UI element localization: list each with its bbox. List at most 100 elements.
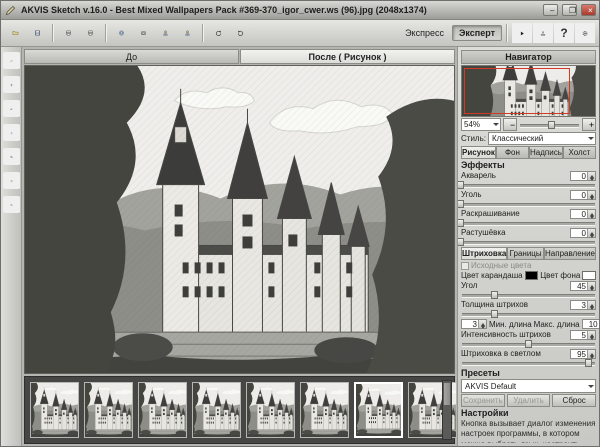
printer-preview-icon xyxy=(87,25,94,41)
preset-thumbnail[interactable] xyxy=(300,382,349,438)
light-hatching-spinbox[interactable]: 95 xyxy=(570,349,596,359)
chevron-down-icon xyxy=(588,137,594,143)
thickness-slider[interactable] xyxy=(461,310,596,318)
publish-button[interactable] xyxy=(111,23,132,44)
preset-value: AKVIS Default xyxy=(465,382,516,391)
preferences-button[interactable] xyxy=(575,23,595,43)
charcoal-slider[interactable] xyxy=(461,200,596,208)
akvis-sketch-window: AKVIS Sketch v.16.0 - Best Mixed Wallpap… xyxy=(0,0,600,447)
tab-after[interactable]: После ( Рисунок ) xyxy=(240,49,455,64)
tab-hatching[interactable]: Штриховка xyxy=(461,247,507,260)
max-length-spinbox[interactable]: 10 xyxy=(582,319,599,329)
redo-button[interactable] xyxy=(230,23,251,44)
preset-thumbnail[interactable] xyxy=(192,382,241,438)
direction-tool-button[interactable] xyxy=(3,76,20,93)
account-button[interactable] xyxy=(155,23,176,44)
zoom-select[interactable]: 54% xyxy=(461,118,501,131)
preset-thumbnail[interactable] xyxy=(138,382,187,438)
intensity-slider[interactable] xyxy=(461,340,596,348)
preset-thumbnail[interactable] xyxy=(246,382,295,438)
shading-slider[interactable] xyxy=(461,238,596,246)
tab-canvas[interactable]: Холст xyxy=(563,146,596,159)
watercolor-spinbox[interactable]: 0 xyxy=(570,171,596,181)
help-button[interactable]: ? xyxy=(554,23,574,43)
camera-icon xyxy=(140,25,147,41)
print-preview-button[interactable] xyxy=(80,23,101,44)
share-button[interactable] xyxy=(533,23,553,43)
print-button[interactable] xyxy=(58,23,79,44)
filmstrip-scrollbar[interactable] xyxy=(442,380,452,440)
navigator-view-rectangle[interactable] xyxy=(464,68,570,114)
background-color-label: Цвет фона xyxy=(540,271,580,280)
image-canvas[interactable] xyxy=(24,65,455,374)
angle-spinbox[interactable]: 45 xyxy=(570,281,596,291)
save-icon xyxy=(34,25,41,41)
preset-thumbnail[interactable] xyxy=(84,382,133,438)
pencil-color-label: Цвет карандаша xyxy=(461,271,523,280)
tab-caption[interactable]: Надпись xyxy=(529,146,563,159)
background-color-swatch[interactable] xyxy=(582,271,596,280)
preset-reset-button[interactable]: Сброс xyxy=(552,394,596,407)
save-button[interactable] xyxy=(27,23,48,44)
pencil-color-swatch[interactable] xyxy=(525,271,539,280)
undo-button[interactable] xyxy=(208,23,229,44)
min-length-spinbox[interactable]: 3 xyxy=(461,319,487,329)
redo-icon xyxy=(237,25,244,41)
charcoal-spinbox[interactable]: 0 xyxy=(570,190,596,200)
chevron-down-icon xyxy=(588,385,594,391)
stroke-tool-button[interactable] xyxy=(3,52,20,69)
watercolor-label: Акварель xyxy=(461,171,496,180)
zoom-in-button[interactable]: + xyxy=(582,118,596,131)
open-button[interactable] xyxy=(5,23,26,44)
intensity-param: Интенсивность штрихов 5 xyxy=(461,330,596,348)
panel-tabs: Рисунок Фон Надпись Холст xyxy=(461,146,596,159)
run-button[interactable] xyxy=(512,23,532,43)
watercolor-slider[interactable] xyxy=(461,181,596,189)
preset-select[interactable]: AKVIS Default xyxy=(461,379,596,393)
post-button[interactable] xyxy=(133,23,154,44)
minimize-button[interactable]: – xyxy=(543,4,558,16)
tab-direction[interactable]: Направление xyxy=(544,247,596,260)
preset-thumbnail[interactable] xyxy=(354,382,403,438)
maximize-button[interactable]: ❐ xyxy=(562,4,577,16)
original-colors-label: Исходные цвета xyxy=(471,261,531,270)
shading-spinbox[interactable]: 0 xyxy=(570,228,596,238)
express-mode-button[interactable]: Экспресс xyxy=(398,25,451,41)
coloration-slider[interactable] xyxy=(461,219,596,227)
light-hatching-label: Штриховка в светлом xyxy=(461,349,541,358)
blur-tool-button[interactable] xyxy=(3,124,20,141)
light-hatching-slider[interactable] xyxy=(461,359,596,367)
angle-slider[interactable] xyxy=(461,291,596,299)
zoom-tool-button[interactable] xyxy=(3,196,20,213)
crop-tool-button[interactable] xyxy=(3,148,20,165)
preset-thumbnail[interactable] xyxy=(30,382,79,438)
hand-tool-button[interactable] xyxy=(3,172,20,189)
person-icon xyxy=(162,25,169,41)
close-button[interactable]: × xyxy=(581,4,596,16)
preset-delete-button[interactable]: Удалить xyxy=(507,394,551,407)
account-2-button[interactable] xyxy=(177,23,198,44)
thickness-spinbox[interactable]: 3 xyxy=(570,300,596,310)
crop-icon xyxy=(10,150,13,164)
filmstrip-scrollbar-thumb[interactable] xyxy=(444,383,450,405)
coloration-spinbox[interactable]: 0 xyxy=(570,209,596,219)
navigator-thumbnail[interactable] xyxy=(461,65,596,117)
cross-arrows-icon xyxy=(10,78,13,92)
style-select[interactable]: Классический xyxy=(488,132,596,145)
settings-hint-text: Кнопка вызывает диалог изменения настрое… xyxy=(461,419,596,443)
gear-icon xyxy=(582,26,588,41)
tab-drawing[interactable]: Рисунок xyxy=(461,146,496,159)
printer-icon xyxy=(65,25,72,41)
expert-mode-button[interactable]: Эксперт xyxy=(452,25,502,41)
original-colors-checkbox[interactable] xyxy=(461,262,469,270)
tab-before[interactable]: До xyxy=(24,49,239,64)
tab-edges[interactable]: Границы xyxy=(507,247,544,260)
style-label: Стиль: xyxy=(461,134,486,143)
zoom-slider[interactable] xyxy=(519,121,580,129)
preset-save-button[interactable]: Сохранить xyxy=(461,394,505,407)
zoom-out-button[interactable]: − xyxy=(503,118,517,131)
tab-background[interactable]: Фон xyxy=(496,146,529,159)
eraser-tool-button[interactable] xyxy=(3,100,20,117)
droplet-icon xyxy=(10,126,13,140)
intensity-spinbox[interactable]: 5 xyxy=(570,330,596,340)
